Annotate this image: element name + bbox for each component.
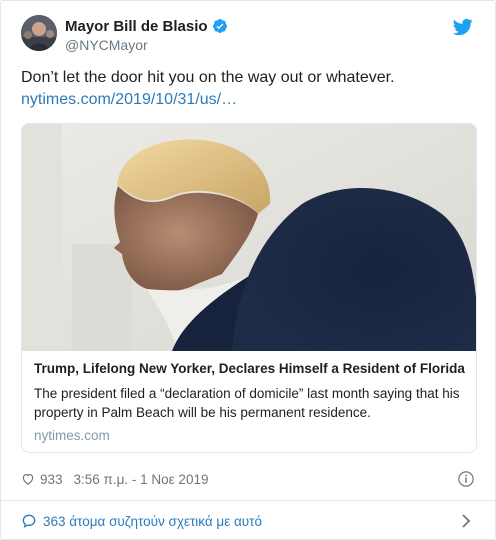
author-info[interactable]: Mayor Bill de Blasio @NYCMayor xyxy=(65,17,228,53)
chevron-right-icon[interactable] xyxy=(461,513,471,529)
card-body: Trump, Lifelong New Yorker, Declares Him… xyxy=(34,360,466,443)
verified-badge-icon xyxy=(212,19,227,33)
heart-icon[interactable] xyxy=(21,472,35,486)
card-image xyxy=(22,124,476,351)
avatar[interactable] xyxy=(21,15,57,51)
card-title[interactable]: Trump, Lifelong New Yorker, Declares Him… xyxy=(34,360,466,378)
link-card[interactable]: Trump, Lifelong New Yorker, Declares Him… xyxy=(21,123,477,453)
info-icon[interactable] xyxy=(457,470,475,488)
tweet-text-block: Don’t let the door hit you on the way ou… xyxy=(21,67,475,111)
display-name[interactable]: Mayor Bill de Blasio xyxy=(65,18,208,35)
timestamp[interactable]: 3:56 π.μ. - 1 Νοε 2019 xyxy=(74,472,209,487)
twitter-bird-icon[interactable] xyxy=(453,17,473,37)
tweet-meta: 933 3:56 π.μ. - 1 Νοε 2019 xyxy=(21,469,475,489)
tweet-header: Mayor Bill de Blasio @NYCMayor xyxy=(21,15,475,55)
conversation-link[interactable]: 363 άτομα συζητούν σχετικά με αυτό xyxy=(21,510,475,532)
conversation-label[interactable]: 363 άτομα συζητούν σχετικά με αυτό xyxy=(43,514,262,529)
divider xyxy=(1,500,495,501)
embedded-tweet: Mayor Bill de Blasio @NYCMayor Don’t let… xyxy=(0,0,496,540)
like-count[interactable]: 933 xyxy=(40,472,63,487)
card-domain: nytimes.com xyxy=(34,428,110,443)
handle[interactable]: @NYCMayor xyxy=(65,37,228,53)
tweet-link[interactable]: nytimes.com/2019/10/31/us/… xyxy=(21,89,475,111)
card-description: The president filed a “declaration of do… xyxy=(34,386,460,420)
comment-bubble-icon xyxy=(22,514,36,528)
tweet-text: Don’t let the door hit you on the way ou… xyxy=(21,69,395,86)
